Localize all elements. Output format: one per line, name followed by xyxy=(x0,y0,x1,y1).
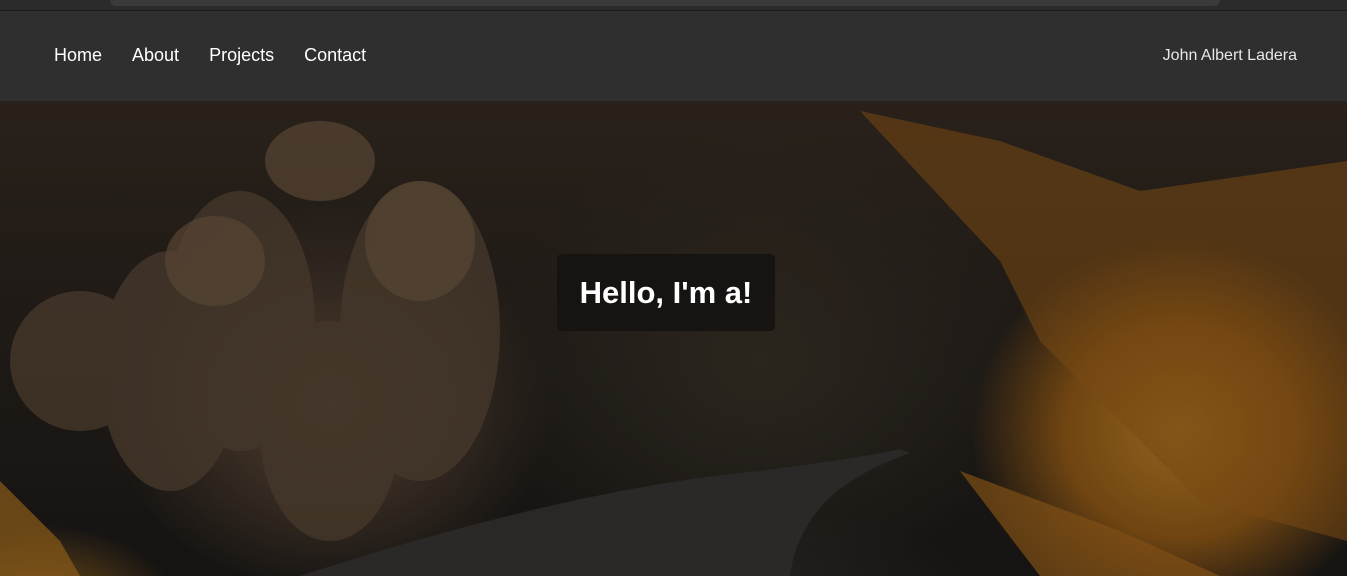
nav-links: Home About Projects Contact xyxy=(54,45,396,66)
browser-top-strip xyxy=(0,0,1347,11)
hero-headline-box: Hello, I'm a! xyxy=(557,254,775,331)
navbar: Home About Projects Contact John Albert … xyxy=(0,11,1347,101)
hero-headline: Hello, I'm a! xyxy=(579,274,753,310)
hero-background-image xyxy=(0,101,1347,576)
nav-link-contact[interactable]: Contact xyxy=(304,45,366,66)
nav-link-home[interactable]: Home xyxy=(54,45,102,66)
hero-section: Hello, I'm a! xyxy=(0,101,1347,576)
brand-name: John Albert Ladera xyxy=(1162,47,1297,64)
scroll-indicator xyxy=(110,0,1220,6)
nav-link-about[interactable]: About xyxy=(132,45,179,66)
nav-link-projects[interactable]: Projects xyxy=(209,45,274,66)
